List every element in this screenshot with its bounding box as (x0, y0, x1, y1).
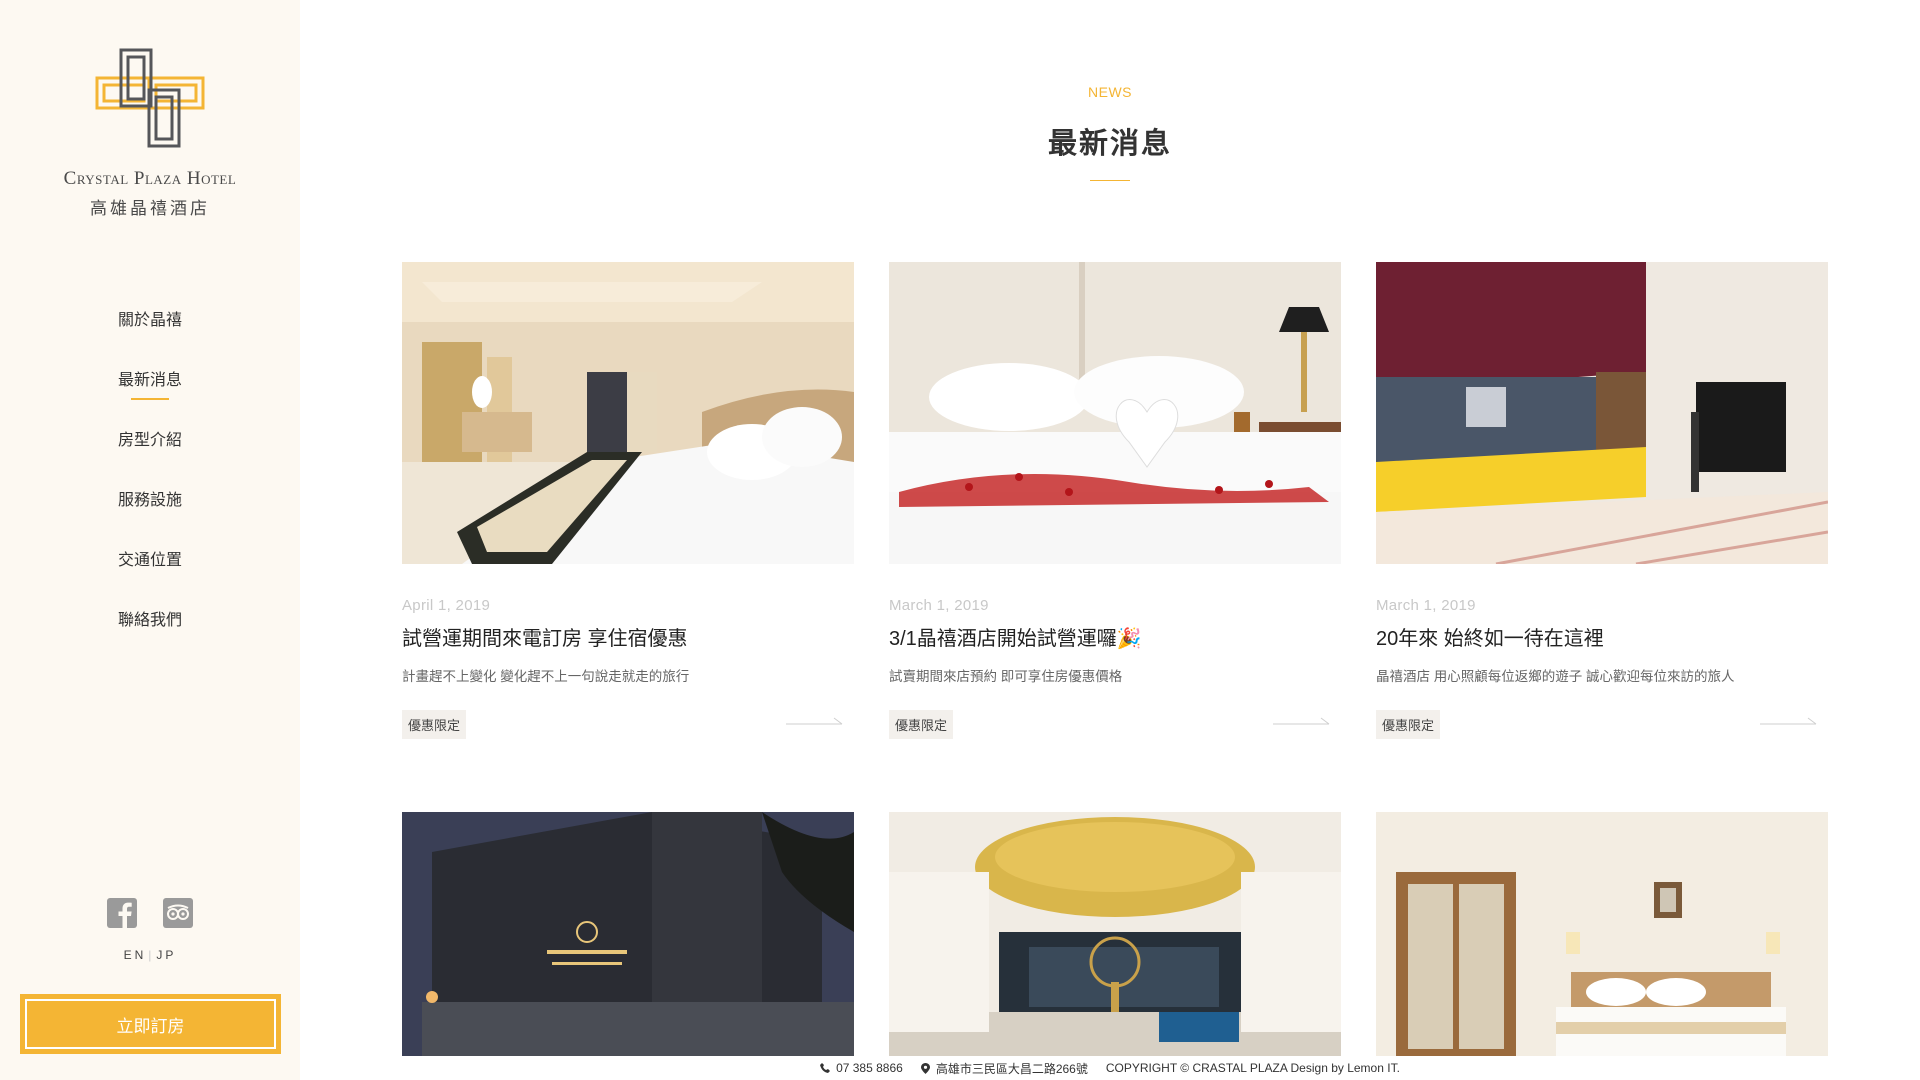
section-eyebrow: NEWS (1088, 84, 1132, 100)
lang-jp[interactable]: JP (156, 948, 176, 962)
footer-address-text: 高雄市三民區大昌二路266號 (935, 1061, 1088, 1076)
news-title[interactable]: 20年來 始終如一待在這裡 (1376, 622, 1828, 651)
news-date: April 1, 2019 (402, 597, 491, 614)
hotel-logo-mark-icon (95, 48, 205, 148)
news-grid: April 1, 2019 試營運期間來電訂房 享住宿優惠 計畫趕不上變化 變化… (402, 262, 1828, 812)
news-section: NEWS 最新消息 April 1, 2019 試營運期間來電訂房 享住宿優惠 … (300, 0, 1920, 1080)
facebook-icon[interactable] (107, 898, 137, 928)
news-card: March 1, 2019 20年來 始終如一待在這裡 晶禧酒店 用心照顧每位返… (1376, 262, 1828, 812)
news-description: 計畫趕不上變化 變化趕不上一句說走就走的旅行 (402, 669, 690, 684)
nav-item-news[interactable]: 最新消息 (0, 348, 300, 408)
nav-item-facilities[interactable]: 服務設施 (0, 468, 300, 528)
main-nav: 關於晶禧 最新消息 房型介紹 服務設施 交通位置 聯絡我們 (0, 288, 300, 648)
tripadvisor-icon[interactable] (163, 898, 193, 928)
phone-icon (820, 1063, 831, 1073)
nav-item-about[interactable]: 關於晶禧 (0, 288, 300, 348)
news-tag[interactable]: 優惠限定 (402, 710, 467, 739)
lang-en[interactable]: EN (124, 948, 147, 962)
nav-item-contact[interactable]: 聯絡我們 (0, 588, 300, 648)
arrow-right-icon[interactable] (1273, 714, 1333, 728)
double-room-photo[interactable] (1376, 812, 1828, 1056)
nav-item-rooms[interactable]: 房型介紹 (0, 408, 300, 468)
front-desk-lobby-photo[interactable] (1376, 262, 1828, 564)
news-date: March 1, 2019 (889, 597, 989, 614)
nav-item-location[interactable]: 交通位置 (0, 528, 300, 588)
footer-phone-number: 07 385 8866 (836, 1061, 903, 1075)
footer: 07 385 8866 高雄市三民區大昌二路266號 COPYRIGHT © C… (300, 1056, 1920, 1080)
news-description: 晶禧酒店 用心照顧每位返鄉的遊子 誠心歡迎每位來訪的旅人 (1376, 669, 1735, 684)
location-pin-icon (920, 1062, 930, 1074)
lobby-chandelier-photo[interactable] (889, 812, 1341, 1056)
suite-bedroom-photo[interactable] (402, 262, 854, 564)
news-title[interactable]: 試營運期間來電訂房 享住宿優惠 (402, 622, 854, 651)
brand-name-zh: 高雄晶禧酒店 (90, 199, 210, 219)
footer-phone[interactable]: 07 385 8866 (820, 1061, 903, 1075)
brand-name-en: Crystal Plaza Hotel (63, 168, 237, 189)
hotel-exterior-night-photo[interactable] (402, 812, 854, 1056)
news-description: 試賣期間來店預約 即可享住房優惠價格 (889, 669, 1123, 684)
news-card: March 1, 2019 3/1晶禧酒店開始試營運囉🎉 試賣期間來店預約 即可… (889, 262, 1341, 812)
news-title[interactable]: 3/1晶禧酒店開始試營運囉🎉 (889, 622, 1341, 651)
page-title: 最新消息 (1047, 128, 1172, 160)
news-grid-row-2 (402, 812, 1828, 1056)
swan-towel-bed-photo[interactable] (889, 262, 1341, 564)
sidebar: Crystal Plaza Hotel 高雄晶禧酒店 關於晶禧 最新消息 房型介… (0, 0, 300, 1080)
hotel-logo[interactable]: Crystal Plaza Hotel 高雄晶禧酒店 (0, 48, 300, 219)
arrow-right-icon[interactable] (1760, 714, 1820, 728)
footer-copyright: COPYRIGHT © CRASTAL PLAZA Design by Lemo… (1105, 1061, 1400, 1075)
news-card: April 1, 2019 試營運期間來電訂房 享住宿優惠 計畫趕不上變化 變化… (402, 262, 854, 812)
lang-separator: | (148, 948, 155, 962)
book-now-button[interactable]: 立即訂房 (20, 994, 281, 1054)
footer-address[interactable]: 高雄市三民區大昌二路266號 (920, 1060, 1088, 1077)
news-tag[interactable]: 優惠限定 (889, 710, 954, 739)
arrow-right-icon[interactable] (786, 714, 846, 728)
social-links (0, 898, 300, 928)
language-switcher: EN | JP (0, 948, 300, 962)
news-tag[interactable]: 優惠限定 (1376, 710, 1441, 739)
news-date: March 1, 2019 (1376, 597, 1476, 614)
title-divider (1090, 180, 1130, 181)
